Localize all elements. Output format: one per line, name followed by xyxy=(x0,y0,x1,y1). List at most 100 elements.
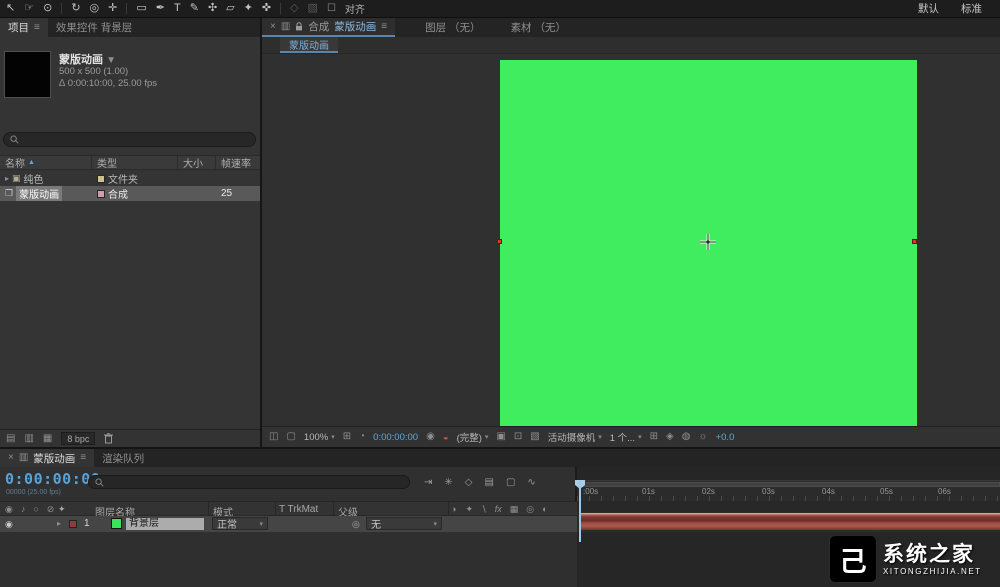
composition-viewport[interactable] xyxy=(262,54,1000,426)
main-viewer-icon[interactable]: ▢ xyxy=(286,432,295,442)
comp-breadcrumb-tab[interactable]: 蒙版动画 xyxy=(280,37,338,53)
tab-footage[interactable]: 素材 （无） xyxy=(503,18,574,37)
parent-pickwhip-icon[interactable]: ◎ xyxy=(352,519,360,530)
layer-row[interactable]: ◉ ▸ 1 背景层 正常 ▾ ◎ 无 ▾ xyxy=(0,516,577,532)
motion-blur-switch-icon[interactable]: ◎ xyxy=(526,504,534,515)
hand-tool-icon[interactable]: ☞ xyxy=(24,3,34,14)
exposure-icon[interactable]: ☼ xyxy=(698,432,707,442)
workspace-standard-button[interactable]: 标准 xyxy=(961,1,982,16)
transparency-grid-icon[interactable]: ⊡ xyxy=(514,432,522,442)
anchor-point-icon[interactable] xyxy=(700,234,716,250)
project-search[interactable] xyxy=(3,132,256,147)
type-tool-icon[interactable]: T xyxy=(174,3,181,14)
shy-switch-icon[interactable]: ◗ xyxy=(452,504,457,515)
layer-label-chip[interactable] xyxy=(69,520,77,528)
time-ruler-band[interactable]: :00s 01s 02s 03s 04s 05s 06s xyxy=(577,480,1000,501)
left-edge-handle[interactable] xyxy=(497,239,502,244)
puppet-pin-tool-icon[interactable]: ✜ xyxy=(262,3,271,14)
right-edge-handle[interactable] xyxy=(912,239,917,244)
twirl-icon[interactable]: ▸ xyxy=(57,519,61,528)
guides-icon[interactable]: ▧ xyxy=(530,432,539,442)
tab-layer[interactable]: 图层 （无） xyxy=(417,18,488,37)
view-layout-select[interactable]: 1 个... ▾ xyxy=(610,430,642,444)
exposure-value[interactable]: +0.0 xyxy=(716,432,735,443)
shape-tool-icon[interactable]: ▭ xyxy=(136,3,146,14)
tab-timeline-comp[interactable]: × ▥ 蒙版动画 ≡ xyxy=(0,449,94,467)
zoom-tool-icon[interactable]: ⊙ xyxy=(43,3,52,14)
column-fps[interactable]: 帧速率 xyxy=(216,156,260,169)
comp-thumbnail[interactable] xyxy=(4,51,51,98)
frame-blend-switch-icon[interactable]: ▦ xyxy=(510,504,519,515)
column-name[interactable]: 名称 ▲ xyxy=(0,156,92,169)
brush-tool-icon[interactable]: ✎ xyxy=(190,3,199,14)
workspace-default-button[interactable]: 默认 xyxy=(918,1,939,16)
label-color-chip[interactable] xyxy=(97,190,105,198)
resolution-select[interactable]: (完整) ▾ xyxy=(457,430,489,444)
solo-column-icon[interactable]: ○ xyxy=(33,504,38,515)
rotation-tool-icon[interactable]: ↻ xyxy=(71,3,80,14)
trash-icon[interactable] xyxy=(104,433,113,444)
3d-switch-icon[interactable]: ◐ xyxy=(542,504,547,515)
snap-checkbox[interactable]: ☐ xyxy=(327,3,336,14)
label-column-icon[interactable]: ✦ xyxy=(58,504,66,515)
new-folder-icon[interactable]: ▥ xyxy=(24,434,33,444)
preview-timecode[interactable]: 0:00:00:00 xyxy=(373,432,418,443)
lock-icon[interactable] xyxy=(295,22,303,31)
time-ruler[interactable]: :00s 01s 02s 03s 04s 05s 06s xyxy=(577,467,1000,501)
tab-composition[interactable]: × ▥ 合成 蒙版动画 ≡ xyxy=(262,18,395,37)
timeline-search-input[interactable] xyxy=(108,477,403,488)
column-trkmat[interactable]: T TrkMat xyxy=(279,504,318,515)
close-icon[interactable]: × xyxy=(8,453,14,463)
twirl-icon[interactable]: ▸ xyxy=(5,174,9,183)
bit-depth-button[interactable]: 8 bpc xyxy=(61,432,95,445)
hide-shy-icon[interactable]: ◇ xyxy=(465,477,473,488)
tab-render-queue[interactable]: 渲染队列 xyxy=(94,449,152,467)
column-size[interactable]: 大小 xyxy=(178,156,216,169)
region-of-interest-icon[interactable]: ▣ xyxy=(496,432,505,442)
roto-brush-tool-icon[interactable]: ✦ xyxy=(244,3,253,14)
layer-color-swatch[interactable] xyxy=(111,518,122,529)
tab-effect-controls[interactable]: 效果控件 背景层 xyxy=(48,18,140,37)
timeline-button-icon[interactable]: ◍ xyxy=(682,432,691,442)
mini-flowchart-icon[interactable]: ⇥ xyxy=(424,477,432,488)
interpret-footage-icon[interactable]: ▤ xyxy=(6,434,15,444)
chevron-down-icon[interactable]: ▼ xyxy=(106,55,116,66)
audio-column-icon[interactable]: ♪ xyxy=(21,504,26,515)
eye-icon[interactable]: ◉ xyxy=(5,519,13,530)
eraser-tool-icon[interactable]: ▱ xyxy=(226,3,234,14)
selection-tool-icon[interactable]: ↖ xyxy=(6,3,15,14)
tab-project[interactable]: 项目 ≡ xyxy=(0,18,48,37)
channels-icon[interactable]: ◒ xyxy=(443,432,449,443)
label-color-chip[interactable] xyxy=(97,175,105,183)
video-column-icon[interactable]: ◉ xyxy=(5,504,13,515)
pixel-aspect-icon[interactable]: ⊞ xyxy=(650,432,658,442)
panel-menu-icon[interactable]: ≡ xyxy=(80,453,86,463)
current-timecode[interactable]: 0:00:00:00 xyxy=(5,470,100,488)
always-preview-icon[interactable]: ◫ xyxy=(269,432,278,442)
layer-name[interactable]: 背景层 xyxy=(126,518,204,530)
timeline-search[interactable] xyxy=(88,475,410,489)
pan-behind-tool-icon[interactable]: ✛ xyxy=(108,3,117,14)
clone-stamp-tool-icon[interactable]: ✣ xyxy=(208,3,217,14)
close-icon[interactable]: × xyxy=(270,22,276,32)
draft-3d-icon[interactable]: ✳ xyxy=(444,477,452,488)
project-search-input[interactable] xyxy=(23,134,249,145)
playhead-line[interactable] xyxy=(579,480,581,542)
table-row[interactable]: ❐ 蒙版动画 合成 25 xyxy=(0,186,260,201)
layer-duration-bar[interactable] xyxy=(579,513,1000,530)
frame-blend-icon[interactable]: ▤ xyxy=(484,477,493,488)
motion-blur-icon[interactable]: ▢ xyxy=(506,477,515,488)
magnification-select[interactable]: 100% ▾ xyxy=(304,432,335,443)
new-composition-icon[interactable]: ▦ xyxy=(43,434,52,444)
fx-switch-icon[interactable]: fx xyxy=(495,504,502,515)
panel-menu-icon[interactable]: ≡ xyxy=(381,22,387,32)
quality-switch-icon[interactable]: ∖ xyxy=(481,504,487,515)
camera-tool-icon[interactable]: ◎ xyxy=(90,3,100,14)
collapse-switch-icon[interactable]: ✦ xyxy=(465,504,473,515)
mask-visibility-icon[interactable]: ◔ xyxy=(359,432,365,442)
fast-preview-icon[interactable]: ◈ xyxy=(666,432,674,442)
graph-editor-icon[interactable]: ∿ xyxy=(527,477,535,488)
parent-select[interactable]: 无 ▾ xyxy=(366,517,442,530)
panel-menu-icon[interactable]: ≡ xyxy=(34,23,40,33)
pen-tool-icon[interactable]: ✒ xyxy=(156,3,165,14)
